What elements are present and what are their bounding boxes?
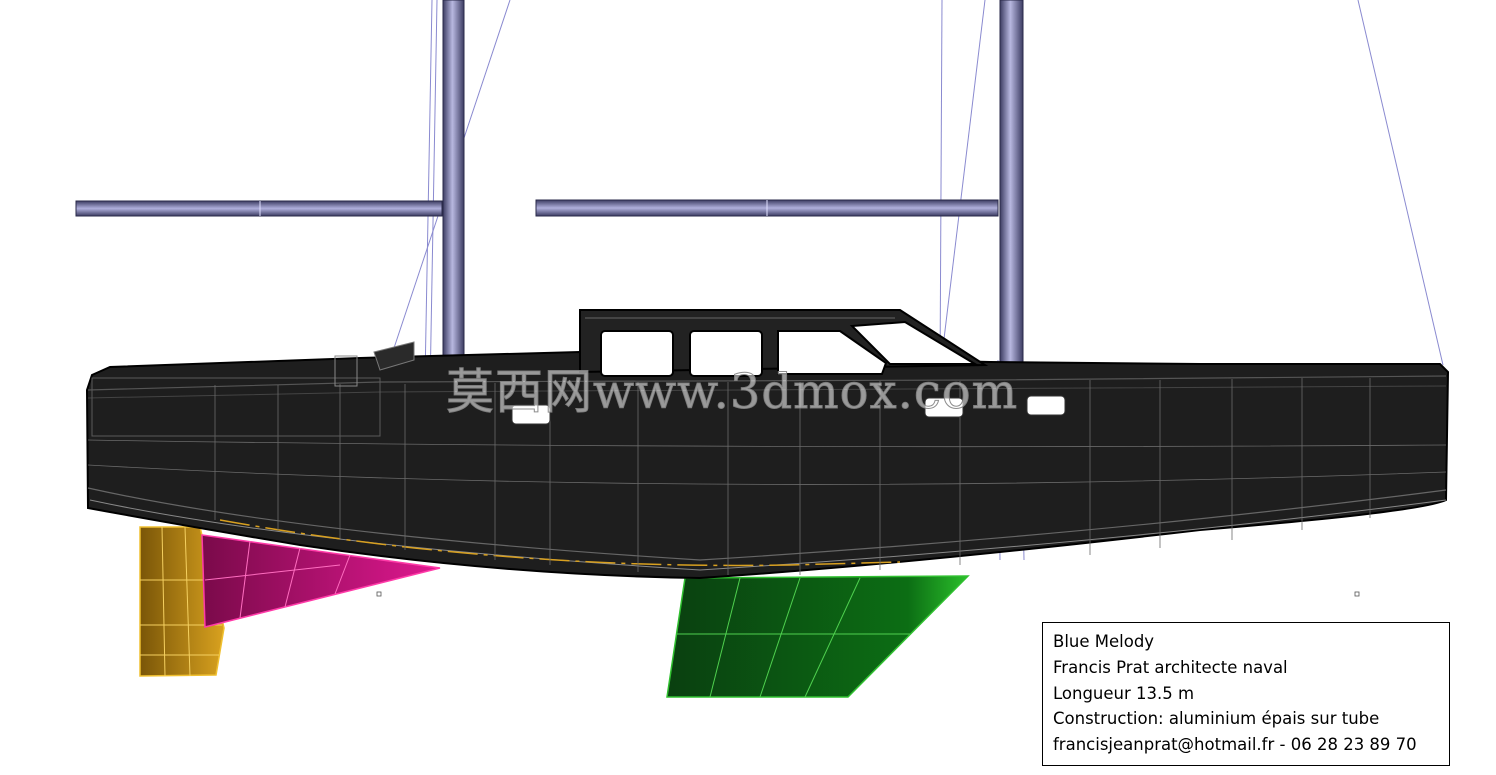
- keel: [666, 575, 970, 698]
- porthole: [1026, 395, 1066, 416]
- construction-note: Construction: aluminium épais sur tube: [1053, 709, 1380, 729]
- designer-name: Francis Prat architecte naval: [1053, 657, 1288, 677]
- boom-aft: [75, 200, 443, 217]
- title-block: Blue Melody Francis Prat architecte nava…: [1042, 622, 1450, 766]
- mast-fore: [999, 0, 1024, 371]
- boat-name: Blue Melody: [1053, 632, 1155, 651]
- marker: [376, 591, 382, 597]
- mast-aft: [442, 0, 465, 363]
- boom-fore: [535, 199, 999, 217]
- watermark-text: 莫西网www.3dmox.com: [445, 364, 1019, 421]
- boat-length: Longueur 13.5 m: [1053, 683, 1195, 703]
- marker: [1354, 591, 1360, 597]
- contact-info: francisjeanprat@hotmail.fr - 06 28 23 89…: [1053, 735, 1417, 755]
